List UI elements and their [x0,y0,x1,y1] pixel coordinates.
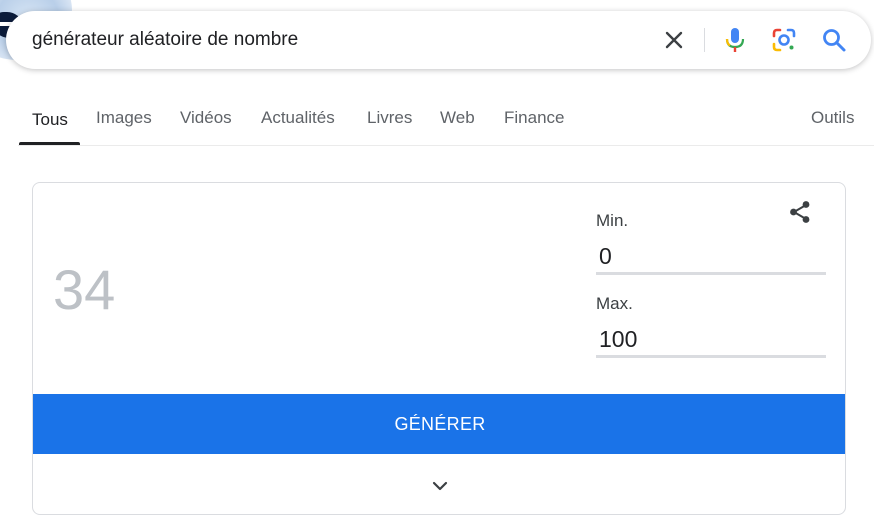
generate-button[interactable]: GÉNÉRER [33,394,845,454]
tab-web[interactable]: Web [440,108,475,128]
generate-button-label: GÉNÉRER [394,413,486,434]
generated-number: 34 [53,258,116,321]
tabs-divider [18,145,874,146]
search-button[interactable] [819,25,849,55]
share-icon [790,201,810,223]
google-lens-icon [772,28,796,52]
max-input[interactable] [596,324,826,358]
tab-videos[interactable]: Vidéos [180,108,232,128]
min-label: Min. [596,211,629,230]
tab-livres[interactable]: Livres [367,108,412,128]
voice-search-button[interactable] [720,25,750,55]
max-label: Max. [596,294,633,313]
search-icon [823,29,846,52]
tab-tous[interactable]: Tous [32,110,68,130]
tab-finance[interactable]: Finance [504,108,564,128]
tab-actualites[interactable]: Actualités [261,108,335,128]
microphone-icon [725,28,745,52]
search-divider [704,28,705,52]
chevron-down-icon [432,481,448,491]
expand-button[interactable] [425,471,455,501]
google-lens-button[interactable] [769,25,799,55]
min-input[interactable] [596,241,826,275]
share-button[interactable] [785,197,815,227]
search-tabs: Tous Images Vidéos Actualités Livres Web… [0,96,874,146]
tools-button[interactable]: Outils [811,108,854,128]
close-icon [665,31,683,49]
random-number-generator-card: 34 Min. Max. GÉNÉRER [32,182,846,515]
clear-search-button[interactable] [659,25,689,55]
search-bar [6,11,871,69]
tab-images[interactable]: Images [96,108,152,128]
search-input[interactable] [32,11,632,69]
